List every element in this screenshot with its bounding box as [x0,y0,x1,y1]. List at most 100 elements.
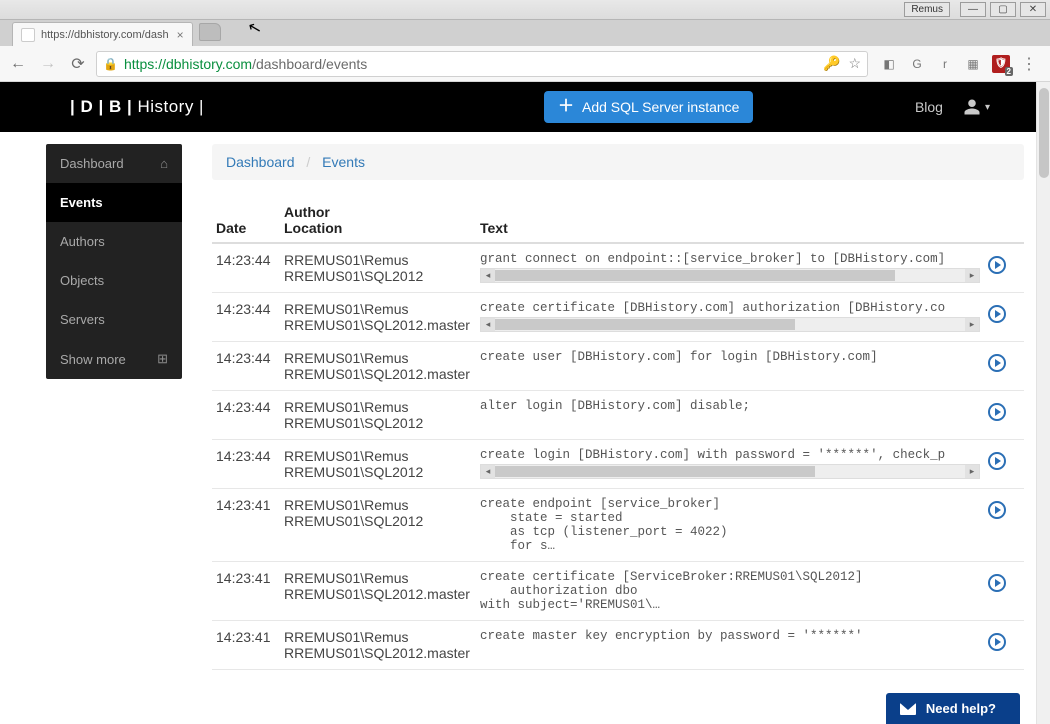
sidebar-item-label: Objects [60,273,104,288]
cell-author-location: RREMUS01\RemusRREMUS01\SQL2012 [280,440,476,489]
page-scrollbar[interactable] [1036,82,1050,724]
col-header-author-location: Author Location [280,198,476,243]
bookmark-star-icon[interactable]: ☆ [848,55,861,72]
author-line: RREMUS01\Remus [284,301,472,317]
cell-text: create master key encryption by password… [476,621,984,670]
scroll-left-arrow[interactable]: ◂ [481,269,495,282]
play-button[interactable] [988,633,1006,651]
events-table: Date Author Location Text 14:23:44RREMUS… [212,198,1024,670]
scroll-left-arrow[interactable]: ◂ [481,318,495,331]
brand-bold: | D | B | [70,97,132,116]
extension-icon-g[interactable]: G [908,55,926,73]
tab-title: https://dbhistory.com/dash [41,29,169,41]
sidebar-item-label: Servers [60,312,105,327]
location-line: RREMUS01\SQL2012.master [284,586,472,602]
back-button[interactable]: ← [6,52,30,76]
sidebar-item-events[interactable]: Events [46,183,182,222]
play-button[interactable] [988,574,1006,592]
cell-text: create user [DBHistory.com] for login [D… [476,342,984,391]
window-maximize-button[interactable]: ▢ [990,2,1016,17]
scroll-thumb[interactable] [495,319,795,330]
cell-text: create login [DBHistory.com] with passwo… [476,440,984,489]
window-minimize-button[interactable]: — [960,2,986,17]
author-line: RREMUS01\Remus [284,399,472,415]
window-close-button[interactable]: ✕ [1020,2,1046,17]
sidebar-item-objects[interactable]: Objects [46,261,182,300]
location-line: RREMUS01\SQL2012.master [284,366,472,382]
page-scrollbar-thumb[interactable] [1039,88,1049,178]
envelope-icon [900,703,916,715]
mouse-cursor-icon: ↖ [246,17,264,40]
reload-button[interactable]: ⟳ [66,52,90,76]
author-line: RREMUS01\Remus [284,350,472,366]
table-row: 14:23:44RREMUS01\RemusRREMUS01\SQL2012.m… [212,293,1024,342]
window-titlebar: Remus — ▢ ✕ [0,0,1050,20]
new-tab-button[interactable] [199,23,221,41]
forward-button[interactable]: → [36,52,60,76]
browser-tab-active[interactable]: https://dbhistory.com/dash × [12,22,193,46]
cell-action [984,621,1024,670]
scroll-left-arrow[interactable]: ◂ [481,465,495,478]
need-help-label: Need help? [926,701,996,716]
cell-text: create certificate [ServiceBroker:RREMUS… [476,562,984,621]
sql-text: create master key encryption by password… [480,629,980,643]
extension-icon-1[interactable]: ◧ [880,55,898,73]
extension-icon-r[interactable]: r [936,55,954,73]
play-button[interactable] [988,305,1006,323]
cell-author-location: RREMUS01\RemusRREMUS01\SQL2012.master [280,293,476,342]
scroll-thumb[interactable] [495,270,895,281]
cell-action [984,562,1024,621]
sql-text: create certificate [ServiceBroker:RREMUS… [480,570,980,612]
need-help-widget[interactable]: Need help? [886,693,1020,724]
sidebar-item-label: Authors [60,234,105,249]
scroll-right-arrow[interactable]: ▸ [965,269,979,282]
brand-logo[interactable]: | D | B | History | [70,97,204,117]
location-line: RREMUS01\SQL2012 [284,464,472,480]
extension-icons: ◧ G r ▦ 🛡 ⋮ [874,55,1044,73]
horizontal-scrollbar[interactable]: ◂▸ [480,268,980,283]
sidebar-item-label: Dashboard [60,156,124,171]
cell-action [984,391,1024,440]
play-button[interactable] [988,354,1006,372]
table-row: 14:23:41RREMUS01\RemusRREMUS01\SQL2012cr… [212,489,1024,562]
cell-action [984,440,1024,489]
site-permissions-icon[interactable]: 🔑 [823,55,840,72]
breadcrumb: Dashboard / Events [212,144,1024,180]
url-scheme: https:// [124,56,166,72]
user-menu[interactable]: ▾ [963,98,990,116]
table-row: 14:23:41RREMUS01\RemusRREMUS01\SQL2012.m… [212,562,1024,621]
play-button[interactable] [988,501,1006,519]
browser-tabstrip: https://dbhistory.com/dash × ↖ [0,20,1050,46]
play-button[interactable] [988,256,1006,274]
cell-date: 14:23:44 [212,440,280,489]
ublock-icon[interactable]: 🛡 [992,55,1010,73]
address-bar[interactable]: 🔒 https://dbhistory.com/dashboard/events… [96,51,868,77]
sidebar-item-dashboard[interactable]: Dashboard ⌂ [46,144,182,183]
blog-link[interactable]: Blog [915,99,943,115]
main-content: Dashboard / Events Date Author Location … [212,144,1024,724]
breadcrumb-root-link[interactable]: Dashboard [226,154,295,170]
scroll-right-arrow[interactable]: ▸ [965,465,979,478]
breadcrumb-current-link[interactable]: Events [322,154,365,170]
add-button-label: Add SQL Server instance [582,99,739,115]
play-button[interactable] [988,403,1006,421]
horizontal-scrollbar[interactable]: ◂▸ [480,317,980,332]
scroll-right-arrow[interactable]: ▸ [965,318,979,331]
chrome-menu-icon[interactable]: ⋮ [1020,55,1038,73]
location-line: RREMUS01\SQL2012 [284,415,472,431]
plus-icon: ＋ [558,100,574,114]
extension-icon-box[interactable]: ▦ [964,55,982,73]
sidebar-item-show-more[interactable]: Show more ⊞ [46,339,182,379]
add-sql-instance-button[interactable]: ＋ Add SQL Server instance [544,91,753,123]
scroll-thumb[interactable] [495,466,815,477]
cell-author-location: RREMUS01\RemusRREMUS01\SQL2012.master [280,621,476,670]
cell-text: grant connect on endpoint::[service_brok… [476,243,984,293]
cell-date: 14:23:41 [212,621,280,670]
sidebar-item-servers[interactable]: Servers [46,300,182,339]
caret-down-icon: ▾ [985,102,990,113]
tab-close-icon[interactable]: × [169,28,184,42]
play-button[interactable] [988,452,1006,470]
sidebar-item-authors[interactable]: Authors [46,222,182,261]
cell-text: create endpoint [service_broker] state =… [476,489,984,562]
horizontal-scrollbar[interactable]: ◂▸ [480,464,980,479]
